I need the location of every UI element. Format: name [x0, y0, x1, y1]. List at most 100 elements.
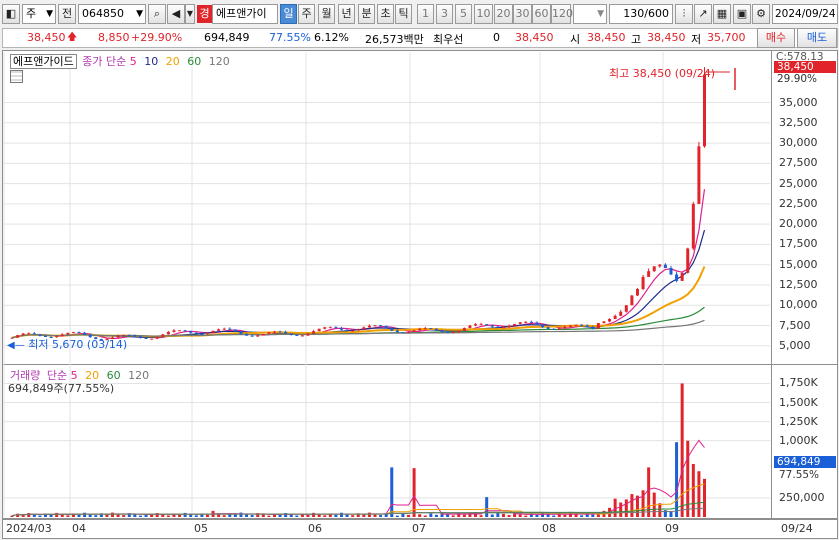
volume-bar [619, 502, 623, 517]
volume-average-line [11, 439, 705, 517]
volume-bar [111, 512, 115, 517]
candle-body [429, 328, 433, 330]
legend-ma-5: 5 [129, 55, 137, 68]
volume-bar [434, 514, 438, 517]
candle-body [127, 334, 131, 336]
candle-body [529, 321, 533, 323]
volume-bar [613, 498, 617, 517]
stock-chart[interactable] [0, 0, 839, 540]
volume-bar [133, 514, 137, 517]
volume-bar [351, 515, 355, 517]
candle-body [541, 324, 545, 328]
candle-body [462, 327, 466, 331]
candle-body [379, 325, 383, 327]
x-axis-right-label: 09/24 [781, 522, 813, 535]
candle-body [563, 326, 567, 329]
volume-bar [686, 440, 690, 517]
candle-body [351, 330, 355, 332]
table-icon[interactable] [10, 70, 23, 83]
candle-body [144, 338, 148, 340]
candle-body [468, 325, 472, 328]
candle-body [675, 274, 679, 281]
volume-bar [423, 515, 427, 517]
candle-body [300, 335, 304, 337]
candle-body [390, 328, 394, 331]
candle-body [261, 333, 265, 336]
candle-body [535, 322, 539, 325]
candle-body [272, 331, 276, 333]
candle-body [496, 326, 500, 328]
candle-body [217, 329, 221, 331]
volume-bar [524, 515, 528, 517]
volume-bar [658, 503, 662, 517]
volume-bar [49, 514, 53, 517]
candle-body [66, 332, 70, 335]
current-price-tag: 38,450 [774, 61, 836, 73]
candle-body [663, 264, 667, 268]
candle-body [334, 327, 338, 329]
volume-bar [580, 515, 584, 517]
candle-body [418, 328, 422, 331]
volume-bar [222, 515, 226, 517]
volume-bar [178, 514, 182, 517]
volume-bar [485, 497, 489, 517]
price-tick-label: 30,000 [779, 136, 818, 150]
volume-bar [675, 442, 679, 517]
volume-tag: 694,849 [774, 456, 836, 468]
candle-body [641, 276, 645, 290]
candle-body [166, 331, 170, 335]
candle-body [513, 323, 517, 326]
candle-body [356, 329, 360, 331]
candle-body [658, 264, 662, 267]
candle-body [457, 330, 461, 333]
candle-body [546, 327, 550, 329]
candle-body [211, 330, 215, 333]
candle-body [278, 331, 282, 333]
candle-body [77, 332, 81, 334]
candle-body [686, 248, 690, 273]
volume-bar [407, 514, 411, 517]
current-pct-tag: 29.90% [777, 73, 818, 85]
volume-bar [250, 515, 254, 517]
volume-bar [501, 513, 505, 517]
legend-stock-name[interactable]: 에프앤가이드 [10, 54, 77, 69]
legend-ma-20: 20 [165, 55, 180, 68]
volume-bar [367, 512, 371, 517]
candle-body [412, 330, 416, 332]
candle-body [602, 321, 606, 324]
candle-body [552, 328, 556, 330]
candle-body [574, 324, 578, 326]
candle-body [155, 336, 159, 339]
candle-body [133, 335, 137, 337]
high-annotation: 최고 38,450 (09/24) [609, 67, 716, 80]
candle-body [434, 328, 438, 331]
candle-body [267, 332, 271, 334]
price-legend: 에프앤가이드 종가 단순 5 10 20 60 120 [10, 53, 230, 69]
volume-bar [83, 512, 87, 517]
candle-body [619, 311, 623, 316]
candle-body [401, 332, 405, 334]
volume-bar [205, 514, 209, 517]
legend-ma-120: 120 [208, 55, 230, 68]
candle-body [345, 329, 349, 331]
volume-bar [680, 383, 684, 517]
volume-note: 694,849주(77.55%) [8, 382, 115, 395]
volume-bar [379, 515, 383, 517]
price-tick-label: 35,000 [779, 95, 818, 109]
candle-body [652, 266, 656, 272]
candle-body [32, 333, 36, 335]
volume-tick-label: 250,000 [779, 490, 825, 504]
candle-body [339, 328, 343, 330]
candle-body [647, 271, 651, 277]
volume-bar [451, 515, 455, 517]
volume-bar [295, 515, 299, 517]
candle-body [367, 325, 371, 328]
candle-body [317, 328, 321, 332]
candle-body [178, 330, 182, 332]
candle-body [245, 333, 249, 336]
candle-body [239, 331, 243, 334]
volume-bar [278, 514, 282, 517]
x-axis-label: 2024/03 [6, 522, 52, 535]
volume-average-line [11, 483, 705, 517]
x-axis-label: 04 [72, 522, 86, 535]
